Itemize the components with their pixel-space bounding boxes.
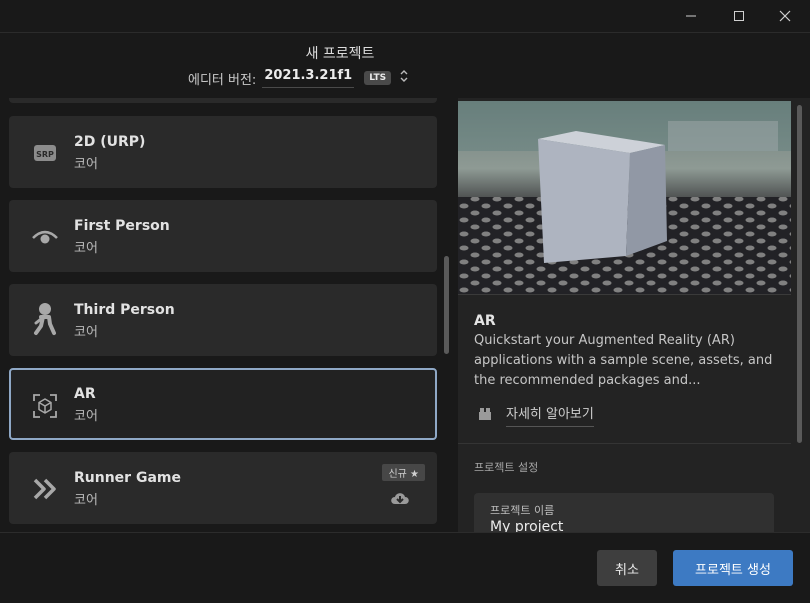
template-name: First Person [74,218,170,234]
lts-badge: LTS [364,71,392,85]
create-project-button[interactable]: 프로젝트 생성 [673,550,793,586]
minimize-icon[interactable] [676,6,706,26]
template-card-third-person[interactable]: Third Person 코어 [9,284,437,356]
eye-icon [31,224,59,250]
editor-version-label: 에디터 버전: [188,72,257,88]
double-chevron-icon [31,476,59,502]
maximize-icon[interactable] [724,6,754,26]
template-name: Third Person [74,302,175,318]
template-name: Runner Game [74,470,181,486]
template-card-first-person[interactable]: First Person 코어 [9,200,437,272]
window-titlebar [0,0,810,32]
template-category: 코어 [74,157,98,172]
template-card-ar[interactable]: AR 코어 [9,368,437,440]
template-card-partial[interactable] [9,98,437,103]
project-name-input[interactable]: My project [490,519,563,532]
template-card-2d-urp[interactable]: SRP 2D (URP) 코어 [9,116,437,188]
srp-icon: SRP [31,140,59,166]
template-category: 코어 [74,493,98,508]
template-description: Quickstart your Augmented Reality (AR) a… [474,333,773,388]
template-list[interactable]: SRP 2D (URP) 코어 First Person 코어 Third Pe… [0,98,455,532]
new-badge: 신규 ★ [382,464,425,481]
page-title: 새 프로젝트 [305,46,375,62]
learn-more-row[interactable]: 자세히 알아보기 [478,403,594,427]
svg-text:SRP: SRP [36,150,54,159]
new-project-header: 새 프로젝트 에디터 버전: 2021.3.21f1 LTS [0,32,810,99]
template-category: 코어 [74,325,98,340]
right-scrollbar[interactable] [797,105,802,443]
template-name: AR [74,386,96,402]
template-detail-name: AR [474,313,496,329]
running-person-icon [31,302,59,336]
project-name-field[interactable]: 프로젝트 이름 My project [474,493,774,532]
template-preview-image [458,101,791,295]
learn-more-link[interactable]: 자세히 알아보기 [506,403,594,427]
template-category: 코어 [74,409,98,424]
template-details-panel: AR Quickstart your Augmented Reality (AR… [458,98,810,532]
cloud-download-icon[interactable] [389,490,411,510]
chevron-updown-icon[interactable] [399,68,409,88]
editor-version-value[interactable]: 2021.3.21f1 [262,68,355,88]
project-settings-heading: 프로젝트 설정 [474,461,539,474]
close-icon[interactable] [770,6,800,26]
package-icon [478,406,492,425]
template-category: 코어 [74,241,98,256]
left-scrollbar[interactable] [444,256,449,354]
template-name: 2D (URP) [74,134,146,150]
footer: 취소 프로젝트 생성 [0,532,810,603]
project-name-label: 프로젝트 이름 [490,504,555,517]
ar-cube-icon [31,392,59,420]
cancel-button[interactable]: 취소 [597,550,657,586]
editor-version-selector[interactable]: 에디터 버전: 2021.3.21f1 LTS [188,67,409,89]
divider [458,443,791,444]
template-card-runner-game[interactable]: Runner Game 코어 신규 ★ [9,452,437,524]
